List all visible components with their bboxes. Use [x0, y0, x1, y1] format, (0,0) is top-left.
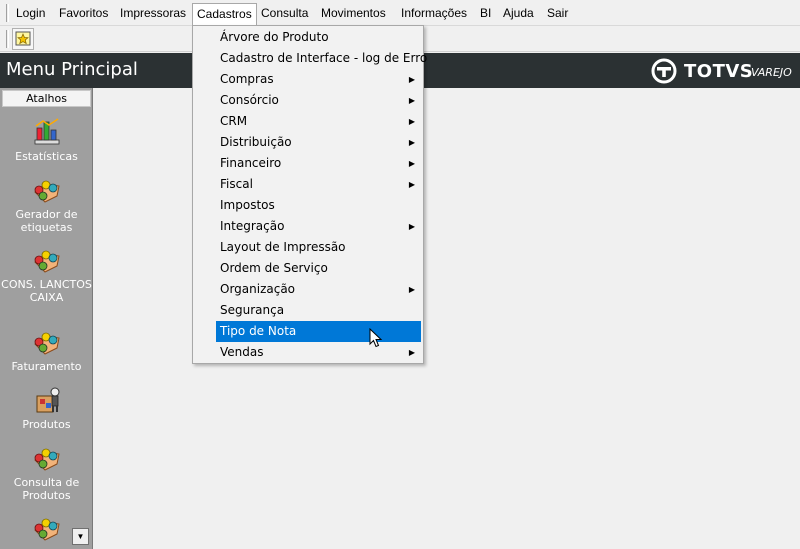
- menu-item-arvore-produto[interactable]: Árvore do Produto: [216, 27, 421, 48]
- submenu-arrow-icon: ▶: [408, 348, 415, 357]
- menu-item-label: CRM: [220, 114, 248, 128]
- shortcut-label: Estatísticas: [15, 150, 78, 163]
- toolbar-grip[interactable]: [6, 30, 9, 48]
- menu-sair[interactable]: Sair: [543, 3, 572, 23]
- menu-item-label: Distribuição: [220, 135, 292, 149]
- menu-item-integracao[interactable]: Integração ▶: [216, 216, 421, 237]
- menu-impressoras[interactable]: Impressoras: [116, 3, 190, 23]
- shortcut-label: Consulta de Produtos: [13, 476, 80, 502]
- menu-item-label: Tipo de Nota: [220, 324, 297, 338]
- tab-atalhos[interactable]: Atalhos: [2, 90, 91, 107]
- totvs-logo: TOTVS VAREJO: [650, 58, 792, 84]
- menu-item-compras[interactable]: Compras ▶: [216, 69, 421, 90]
- submenu-arrow-icon: ▶: [408, 138, 415, 147]
- puzzle-icon: [33, 448, 60, 471]
- menu-item-crm[interactable]: CRM ▶: [216, 111, 421, 132]
- submenu-arrow-icon: ▶: [408, 159, 415, 168]
- submenu-arrow-icon: ▶: [408, 222, 415, 231]
- sidebar-scroll-down-button[interactable]: ▼: [72, 528, 89, 545]
- submenu-arrow-icon: ▶: [408, 117, 415, 126]
- puzzle-icon: [33, 518, 60, 541]
- shortcut-label: Produtos: [22, 418, 71, 431]
- menu-item-label: Segurança: [220, 303, 285, 317]
- totvs-logo-icon: [651, 58, 677, 84]
- favorite-toolbar-button[interactable]: [12, 28, 34, 50]
- menu-item-organizacao[interactable]: Organização ▶: [216, 279, 421, 300]
- puzzle-icon: [33, 332, 60, 355]
- menu-item-label: Layout de Impressão: [220, 240, 346, 254]
- menu-item-label: Financeiro: [220, 156, 282, 170]
- menu-item-tipo-nota[interactable]: Tipo de Nota: [216, 321, 421, 342]
- menu-item-label: Cadastro de Interface - log de Erro: [220, 51, 428, 65]
- menu-movimentos[interactable]: Movimentos: [317, 3, 390, 23]
- menu-bar-grip[interactable]: [6, 4, 9, 22]
- submenu-arrow-icon: ▶: [408, 285, 415, 294]
- menu-item-label: Integração: [220, 219, 285, 233]
- menu-item-label: Consórcio: [220, 93, 279, 107]
- puzzle-icon: [33, 250, 60, 273]
- menu-item-label: Vendas: [220, 345, 264, 359]
- menu-item-label: Organização: [220, 282, 296, 296]
- favorite-star-icon: [15, 31, 31, 46]
- submenu-arrow-icon: ▶: [408, 180, 415, 189]
- shortcut-label: CONS. LANCTOS CAIXA: [1, 278, 92, 304]
- logo-brand-text: TOTVS: [684, 61, 754, 82]
- submenu-arrow-icon: ▶: [408, 96, 415, 105]
- puzzle-icon: [33, 180, 60, 203]
- cadastros-dropdown-menu: Árvore do Produto Cadastro de Interface …: [192, 25, 427, 364]
- menu-item-financeiro[interactable]: Financeiro ▶: [216, 153, 421, 174]
- menu-item-label: Impostos: [220, 198, 275, 212]
- menu-cadastros[interactable]: Cadastros: [192, 3, 257, 26]
- menu-item-label: Compras: [220, 72, 274, 86]
- menu-item-layout-impressao[interactable]: Layout de Impressão: [216, 237, 421, 258]
- menu-consulta[interactable]: Consulta: [257, 3, 312, 23]
- menu-item-cadastro-interface[interactable]: Cadastro de Interface - log de Erro: [216, 48, 427, 69]
- menu-item-fiscal[interactable]: Fiscal ▶: [216, 174, 421, 195]
- logo-sub-text: VAREJO: [751, 66, 792, 79]
- menu-item-vendas[interactable]: Vendas ▶: [216, 342, 421, 363]
- shortcut-consulta-produtos[interactable]: Consulta de Produtos: [0, 444, 93, 502]
- menu-login[interactable]: Login: [12, 3, 49, 23]
- products-icon: [36, 387, 59, 413]
- mouse-cursor-icon: [369, 328, 383, 348]
- menu-item-label: Árvore do Produto: [220, 30, 329, 44]
- chevron-down-icon: ▼: [76, 532, 85, 541]
- page-title: Menu Principal: [6, 59, 138, 80]
- shortcut-gerador-etiquetas[interactable]: Gerador de etiquetas: [0, 176, 93, 234]
- shortcut-produtos[interactable]: Produtos: [0, 384, 93, 431]
- menu-bar: Login Favoritos Impressoras Cadastros Co…: [0, 0, 800, 26]
- menu-favoritos[interactable]: Favoritos: [55, 3, 112, 23]
- menu-item-label: Ordem de Serviço: [220, 261, 328, 275]
- statistics-icon: [34, 118, 59, 145]
- shortcut-cons-lanctos-caixa[interactable]: CONS. LANCTOS CAIXA: [0, 246, 93, 304]
- menu-bi[interactable]: BI: [476, 3, 495, 23]
- shortcuts-sidebar: Atalhos Estatísticas Gerador de etiqueta…: [0, 88, 93, 549]
- menu-item-impostos[interactable]: Impostos: [216, 195, 421, 216]
- shortcut-estatisticas[interactable]: Estatísticas: [0, 116, 93, 163]
- submenu-arrow-icon: ▶: [408, 75, 415, 84]
- menu-item-ordem-servico[interactable]: Ordem de Serviço: [216, 258, 421, 279]
- menu-ajuda[interactable]: Ajuda: [499, 3, 538, 23]
- shortcut-label: Gerador de etiquetas: [15, 208, 78, 234]
- shortcut-label: Faturamento: [11, 360, 82, 373]
- menu-item-seguranca[interactable]: Segurança: [216, 300, 421, 321]
- menu-item-consorcio[interactable]: Consórcio ▶: [216, 90, 421, 111]
- menu-informacoes[interactable]: Informações: [397, 3, 471, 23]
- menu-item-distribuicao[interactable]: Distribuição ▶: [216, 132, 421, 153]
- menu-item-label: Fiscal: [220, 177, 253, 191]
- shortcut-faturamento[interactable]: Faturamento: [0, 328, 93, 373]
